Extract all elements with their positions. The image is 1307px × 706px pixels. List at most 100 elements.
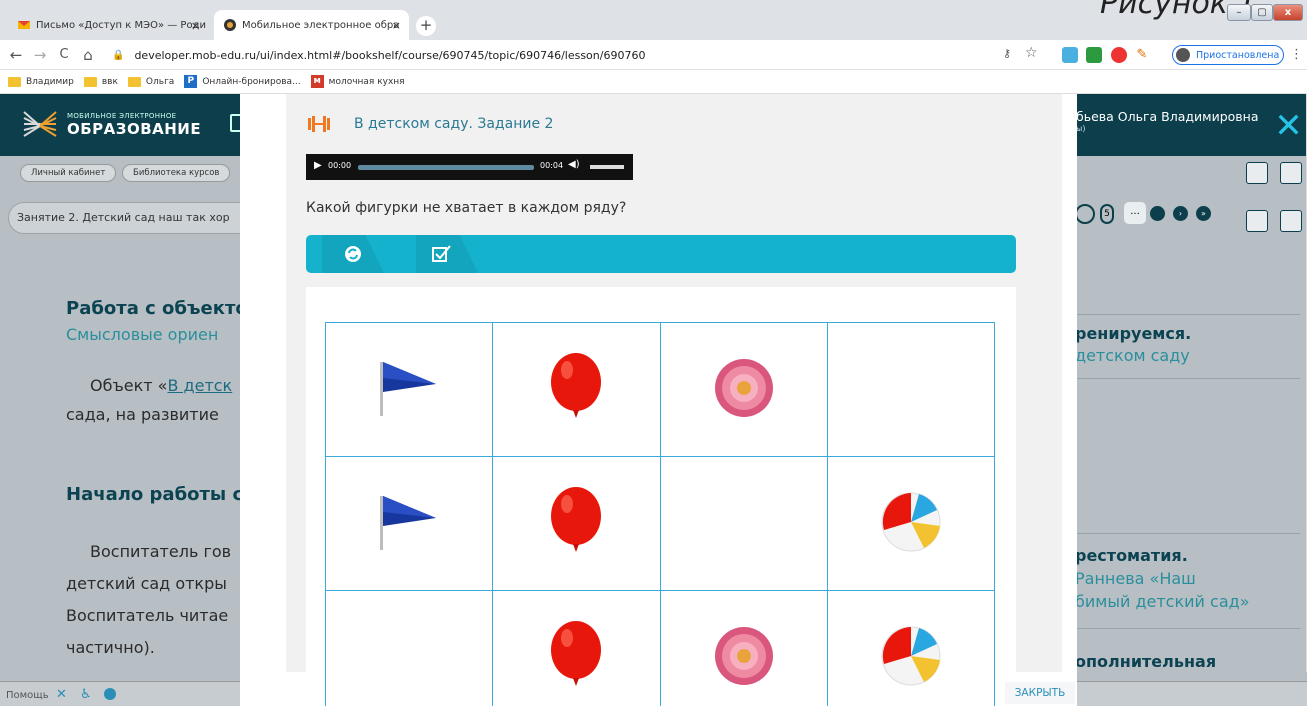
key-icon[interactable]: ⚷ <box>1003 47 1011 60</box>
side-heading[interactable]: рестоматия. <box>1075 546 1188 565</box>
grid-cell-ball[interactable] <box>826 590 996 706</box>
user-role: ы) <box>1076 124 1086 133</box>
checkbox-icon <box>432 245 451 262</box>
extension-icon[interactable]: ✎ <box>1134 47 1150 63</box>
tools-icon[interactable]: ✕ <box>56 687 67 702</box>
flower-icon <box>714 359 773 417</box>
new-tab-button[interactable]: + <box>416 16 436 36</box>
side-text[interactable]: Раннева «Наш <box>1075 569 1196 588</box>
bookmark-milk-kitchen[interactable]: м молочная кухня <box>310 75 405 88</box>
reset-button[interactable] <box>322 235 384 273</box>
next-icon[interactable]: › <box>1173 206 1188 221</box>
empty-cell[interactable] <box>659 456 828 591</box>
divider <box>1075 628 1300 629</box>
chat-icon[interactable] <box>1280 210 1302 232</box>
side-subheading[interactable]: детском саду <box>1075 346 1190 365</box>
info-icon[interactable] <box>104 688 116 700</box>
pager-dot[interactable] <box>1075 204 1095 224</box>
minimize-button[interactable]: – <box>1227 4 1251 21</box>
bookmark-vvk[interactable]: ввк <box>83 76 118 87</box>
extension-icon[interactable] <box>1111 47 1127 63</box>
play-icon[interactable]: ▶ <box>314 160 322 171</box>
logo-big: ОБРАЗОВАНИЕ <box>67 120 202 138</box>
volume-icon[interactable]: ◀) <box>568 159 580 170</box>
object-link[interactable]: В детск <box>167 376 232 395</box>
bookmark-vladimir[interactable]: Владимир <box>8 76 74 87</box>
grid-cell-flag[interactable] <box>324 322 494 457</box>
volume-slider[interactable] <box>590 165 624 169</box>
pager-ellipsis[interactable]: ... <box>1124 202 1146 224</box>
close-icon[interactable]: ✕ <box>1270 102 1307 152</box>
flag-icon <box>380 362 437 416</box>
menu-icon[interactable]: ⋮ <box>1290 47 1303 62</box>
audio-player[interactable]: ▶ 00:00 00:04 ◀) <box>306 154 633 180</box>
grid-cell-balloon[interactable] <box>492 322 661 457</box>
site-icon: м <box>310 75 324 88</box>
extension-icon[interactable] <box>1086 47 1102 63</box>
section-subheading: Смысловые ориен <box>66 325 219 344</box>
empty-cell[interactable] <box>324 590 494 706</box>
grid-cell-balloon[interactable] <box>492 590 661 706</box>
view-icon[interactable] <box>1246 162 1268 184</box>
exercise-panel: В детском саду. Задание 2 ▶ 00:00 00:04 … <box>286 94 1062 706</box>
tab-mob-edu[interactable]: Мобильное электронное обра × <box>214 10 409 40</box>
grid-cell-flower[interactable] <box>659 590 828 706</box>
extension-icon[interactable] <box>1062 47 1078 63</box>
audio-current-time: 00:00 <box>328 161 352 170</box>
bookmarks-bar: Владимир ввк Ольга P Онлайн-бронирова... … <box>0 70 1307 94</box>
side-heading[interactable]: ополнительная <box>1075 652 1216 671</box>
url-input[interactable]: 🔒 developer.mob-edu.ru/ui/index.html#/bo… <box>112 43 752 67</box>
tab-close-icon[interactable]: × <box>191 19 200 32</box>
picture-grid <box>324 322 996 706</box>
url-text: developer.mob-edu.ru/ui/index.html#/book… <box>134 48 646 62</box>
logo-text: МОБИЛЬНОЕ ЭЛЕКТРОННОЕ ОБРАЗОВАНИЕ <box>67 112 201 138</box>
balloon-icon <box>551 353 602 418</box>
reload-icon[interactable]: C <box>54 45 74 65</box>
tab-close-icon[interactable]: × <box>392 19 401 32</box>
logo-icon <box>23 111 57 137</box>
breadcrumb-library[interactable]: Библиотека курсов <box>122 164 231 182</box>
audio-duration: 00:04 <box>540 161 564 170</box>
user-info[interactable]: бьева Ольга Владимировна ы) <box>1076 109 1259 133</box>
pager-number[interactable]: 5 <box>1100 204 1114 224</box>
pager-dot[interactable] <box>1150 206 1165 221</box>
forward-icon[interactable]: → <box>30 45 50 65</box>
audio-progress[interactable] <box>358 165 534 170</box>
maximize-button[interactable]: ▢ <box>1251 4 1273 21</box>
empty-cell[interactable] <box>826 322 996 457</box>
help-label[interactable]: Помощь <box>6 690 49 701</box>
grid-cell-flower[interactable] <box>659 322 828 457</box>
last-icon[interactable]: » <box>1196 206 1211 221</box>
bookmark-label: ввк <box>101 76 118 87</box>
tab-mail[interactable]: Письмо «Доступ к МЭО» — Роди × <box>8 10 208 40</box>
folder-icon <box>83 76 97 87</box>
check-button[interactable] <box>416 235 478 273</box>
divider <box>1075 378 1300 379</box>
grid-cell-ball[interactable] <box>826 456 996 591</box>
folder-icon <box>8 76 21 87</box>
profile-button[interactable]: Приостановлена <box>1172 45 1284 65</box>
side-heading[interactable]: ренируемся. <box>1075 324 1191 343</box>
lesson-selector[interactable]: Занятие 2. Детский сад наш так хор <box>8 202 268 234</box>
side-text[interactable]: бимый детский сад» <box>1075 592 1249 611</box>
grid-row <box>324 590 996 706</box>
home-icon[interactable]: ⌂ <box>78 45 98 65</box>
exercise-toolbar <box>306 235 1016 273</box>
breadcrumb-cabinet[interactable]: Личный кабинет <box>20 164 117 182</box>
paragraph-line: Воспитатель гов <box>90 542 232 561</box>
balloon-icon <box>551 621 602 686</box>
star-icon[interactable]: ☆ <box>1025 45 1038 61</box>
window-close-button[interactable]: x <box>1273 4 1303 21</box>
grid-cell-balloon[interactable] <box>492 456 661 591</box>
grid-icon[interactable] <box>1280 162 1302 184</box>
section-heading: Работа с объекто <box>66 298 248 319</box>
close-button[interactable]: ЗАКРЫТЬ <box>1005 682 1075 704</box>
table-icon[interactable] <box>1246 210 1268 232</box>
back-icon[interactable]: ← <box>6 45 26 65</box>
accessibility-icon[interactable]: ♿ <box>80 687 92 702</box>
site-favicon-icon <box>224 19 236 31</box>
bookmark-booking[interactable]: P Онлайн-бронирова... <box>184 75 301 88</box>
folder-icon <box>127 76 141 87</box>
bookmark-olga[interactable]: Ольга <box>127 76 174 87</box>
grid-cell-flag[interactable] <box>324 456 494 591</box>
